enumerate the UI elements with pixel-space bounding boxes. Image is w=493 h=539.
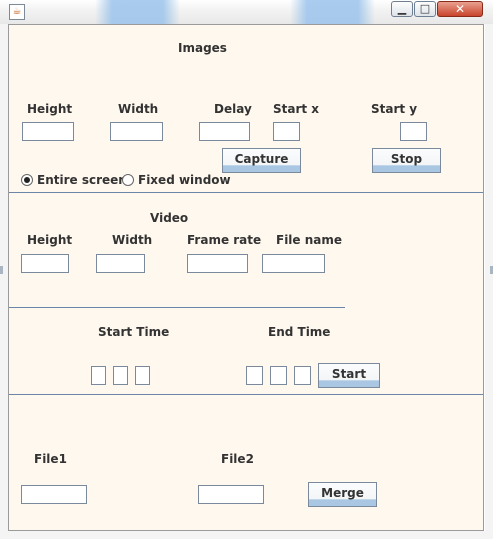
maximize-icon: □ — [419, 2, 431, 15]
video-heading: Video — [150, 211, 189, 225]
video-width-field[interactable] — [96, 254, 145, 273]
main-panel: Images Height Width Delay Start x Start … — [8, 24, 484, 531]
file2-field[interactable] — [198, 485, 264, 504]
start-time-minutes-field[interactable] — [113, 366, 128, 385]
file1-label: File1 — [34, 452, 67, 466]
file1-field[interactable] — [21, 485, 87, 504]
close-icon: ✕ — [454, 2, 466, 16]
fixed-window-radio[interactable] — [122, 174, 134, 186]
merge-button[interactable]: Merge — [308, 482, 377, 507]
images-delay-label: Delay — [214, 102, 252, 116]
end-time-minutes-field[interactable] — [270, 366, 287, 385]
images-width-label: Width — [118, 102, 159, 116]
end-time-seconds-field[interactable] — [294, 366, 311, 385]
title-bar-glass — [290, 0, 375, 24]
minimize-button[interactable]: ▁ — [391, 1, 413, 17]
video-height-field[interactable] — [21, 254, 69, 273]
end-time-hours-field[interactable] — [246, 366, 263, 385]
file-name-field[interactable] — [262, 254, 325, 273]
radio-selected-dot — [24, 177, 30, 183]
title-bar[interactable]: ☕ ▁ □ ✕ — [0, 0, 493, 24]
java-cup-icon[interactable]: ☕ — [9, 4, 25, 20]
images-heading: Images — [178, 41, 227, 55]
frame-rate-field[interactable] — [187, 254, 248, 273]
images-height-field[interactable] — [22, 122, 74, 141]
window-frame-right — [485, 24, 493, 539]
close-button[interactable]: ✕ — [437, 1, 483, 17]
title-bar-glass — [95, 0, 180, 24]
resize-handle-left[interactable] — [0, 266, 3, 274]
start-y-field[interactable] — [400, 122, 427, 141]
start-y-label: Start y — [371, 102, 418, 116]
start-time-seconds-field[interactable] — [135, 366, 150, 385]
file2-label: File2 — [221, 452, 254, 466]
video-width-label: Width — [112, 233, 153, 247]
window-frame-left — [0, 24, 8, 539]
images-delay-field[interactable] — [199, 122, 250, 141]
start-x-field[interactable] — [273, 122, 300, 141]
frame-rate-label: Frame rate — [187, 233, 262, 247]
maximize-button[interactable]: □ — [414, 1, 436, 17]
timing-separator — [9, 394, 483, 395]
end-time-label: End Time — [268, 325, 331, 339]
images-separator — [9, 192, 483, 193]
file-name-label: File name — [276, 233, 343, 247]
fixed-window-label[interactable]: Fixed window — [138, 173, 231, 187]
start-x-label: Start x — [273, 102, 320, 116]
start-time-label: Start Time — [98, 325, 170, 339]
video-separator — [9, 307, 345, 308]
video-height-label: Height — [27, 233, 73, 247]
start-time-hours-field[interactable] — [91, 366, 106, 385]
images-height-label: Height — [27, 102, 73, 116]
window-frame-bottom — [0, 531, 493, 539]
images-width-field[interactable] — [110, 122, 163, 141]
capture-button[interactable]: Capture — [222, 148, 301, 173]
stop-button[interactable]: Stop — [372, 148, 441, 173]
minimize-icon: ▁ — [397, 2, 407, 15]
entire-screen-label[interactable]: Entire screen — [37, 173, 127, 187]
start-button[interactable]: Start — [318, 363, 380, 388]
entire-screen-radio[interactable] — [21, 174, 33, 186]
